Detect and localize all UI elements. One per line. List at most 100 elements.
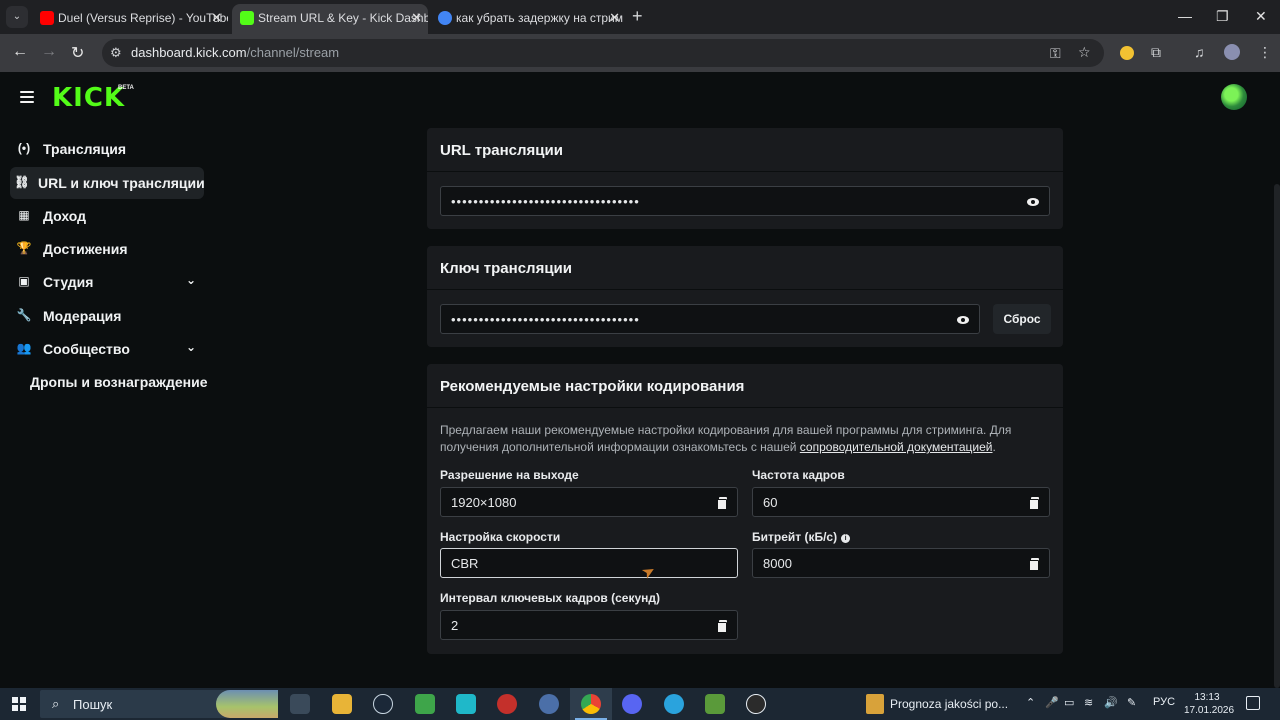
- framerate-field[interactable]: 60: [752, 487, 1050, 517]
- sidebar-item-achievements[interactable]: 🏆 Достижения: [10, 233, 204, 265]
- extensions-puzzle-icon[interactable]: ⧉: [1151, 44, 1161, 61]
- sidebar-item-label: Достижения: [43, 241, 128, 257]
- browser-menu-icon[interactable]: ⋮: [1258, 44, 1272, 61]
- page-scrollbar[interactable]: [1274, 184, 1280, 688]
- copy-icon[interactable]: [717, 620, 727, 633]
- hamburger-menu-icon[interactable]: [20, 91, 34, 103]
- framerate-label: Частота кадров: [752, 468, 845, 482]
- tab-youtube[interactable]: Duel (Versus Reprise) - YouTube ✕: [32, 4, 228, 34]
- task-view-icon[interactable]: [290, 694, 310, 714]
- tab-title: Stream URL & Key - Kick Dashb: [258, 11, 428, 25]
- extension-coin-icon[interactable]: [1120, 46, 1134, 60]
- password-key-icon[interactable]: ⚿: [1050, 45, 1061, 62]
- volume-icon[interactable]: 🔊: [1104, 696, 1118, 709]
- media-controls-icon[interactable]: ♫: [1194, 44, 1205, 60]
- stream-url-field[interactable]: ••••••••••••••••••••••••••••••••••: [440, 186, 1050, 216]
- site-info-icon[interactable]: ⚙: [110, 45, 122, 61]
- tab-search-button[interactable]: ⌄: [6, 6, 28, 28]
- close-tab-icon[interactable]: ✕: [609, 4, 620, 32]
- sidebar-item-label: Сообщество: [43, 341, 130, 357]
- media-player-icon[interactable]: [497, 694, 517, 714]
- eye-icon[interactable]: [1027, 198, 1039, 206]
- forward-arrow-icon[interactable]: →: [41, 43, 57, 61]
- back-arrow-icon[interactable]: ←: [12, 43, 28, 61]
- new-tab-button[interactable]: +: [632, 6, 643, 27]
- sidebar-item-income[interactable]: ▦ Доход: [10, 200, 204, 232]
- taskbar-search-placeholder: Пошук: [73, 697, 113, 712]
- taskbar-notification[interactable]: Prognoza jakości po...: [862, 688, 1012, 720]
- sidebar-item-stream-url-key[interactable]: ⛓ URL и ключ трансляции: [10, 167, 205, 199]
- studio-icon: ▣: [18, 274, 30, 288]
- tab-google-search[interactable]: как убрать задержку на стрим ✕: [430, 4, 626, 34]
- pen-icon[interactable]: ✎: [1127, 696, 1136, 709]
- tray-chevron-up-icon[interactable]: ⌃: [1026, 696, 1035, 709]
- copy-icon[interactable]: [1029, 558, 1039, 571]
- stream-key-masked-value: ••••••••••••••••••••••••••••••••••: [451, 312, 640, 327]
- rate-control-field[interactable]: CBR: [440, 548, 738, 578]
- eye-icon[interactable]: [957, 316, 969, 324]
- telegram-icon[interactable]: [664, 694, 684, 714]
- chrome-icon[interactable]: [575, 694, 607, 720]
- close-window-icon[interactable]: ✕: [1255, 8, 1267, 25]
- beta-badge: BETA: [118, 85, 134, 91]
- discord-icon[interactable]: [622, 694, 642, 714]
- maximize-icon[interactable]: ❐: [1216, 8, 1229, 25]
- profile-avatar-icon[interactable]: [1224, 44, 1240, 60]
- notification-app-icon: [866, 694, 884, 714]
- vpn-shield-icon[interactable]: [456, 694, 476, 714]
- community-icon: 👥: [16, 341, 32, 355]
- sidebar-item-moderation[interactable]: 🔧 Модерация: [10, 300, 204, 332]
- close-tab-icon[interactable]: ✕: [211, 4, 222, 32]
- resolution-field[interactable]: 1920×1080: [440, 487, 738, 517]
- documentation-link[interactable]: сопроводительной документацией: [800, 440, 993, 454]
- link-icon: ⛓: [14, 175, 30, 189]
- obs-icon[interactable]: [746, 694, 766, 714]
- chevron-down-icon[interactable]: ⌄: [186, 273, 196, 287]
- copy-icon[interactable]: [1029, 497, 1039, 510]
- file-explorer-icon[interactable]: [332, 694, 352, 714]
- wifi-icon[interactable]: ≋: [1084, 696, 1093, 709]
- minecraft-icon[interactable]: [705, 694, 725, 714]
- trophy-icon: 🏆: [16, 241, 32, 255]
- reset-key-button[interactable]: Сброс: [993, 304, 1051, 334]
- sidebar-item-community[interactable]: 👥 Сообщество ⌄: [10, 333, 204, 365]
- stream-key-title: Ключ трансляции: [427, 246, 1063, 290]
- resolution-label: Разрешение на выходе: [440, 468, 579, 482]
- sidebar-item-studio[interactable]: ▣ Студия ⌄: [10, 266, 204, 298]
- action-center-icon[interactable]: [1246, 696, 1260, 710]
- app-green-icon[interactable]: [415, 694, 435, 714]
- bitrate-field[interactable]: 8000: [752, 548, 1050, 578]
- keyframe-interval-value: 2: [451, 618, 459, 633]
- language-indicator[interactable]: РУС: [1153, 696, 1175, 708]
- sidebar-item-label: Дропы и вознаграждение: [30, 374, 208, 390]
- address-bar[interactable]: ⚙ dashboard.kick.com/channel/stream ⚿ ☆: [102, 39, 1104, 67]
- encoding-settings-title: Рекомендуемые настройки кодирования: [427, 364, 1063, 408]
- app-blue-icon[interactable]: [539, 694, 559, 714]
- steam-icon[interactable]: [373, 694, 393, 714]
- microphone-icon[interactable]: 🎤: [1045, 696, 1059, 709]
- chevron-down-icon[interactable]: ⌄: [186, 340, 196, 354]
- windows-start-icon[interactable]: [12, 697, 26, 711]
- minimize-icon[interactable]: —: [1178, 8, 1192, 24]
- taskbar-clock[interactable]: 13:13 17.01.2026: [1184, 691, 1234, 717]
- copy-icon[interactable]: [717, 497, 727, 510]
- sidebar-item-drops-rewards[interactable]: Дропы и вознаграждение: [10, 366, 208, 398]
- sidebar-item-stream[interactable]: (•) Трансляция: [10, 133, 204, 165]
- close-tab-icon[interactable]: ✕: [411, 4, 422, 32]
- sidebar-item-label: Трансляция: [43, 141, 127, 157]
- framerate-value: 60: [763, 495, 778, 510]
- broadcast-icon: (•): [17, 141, 31, 155]
- kick-logo[interactable]: KICK: [52, 85, 125, 111]
- resolution-value: 1920×1080: [451, 495, 517, 510]
- bookmark-star-icon[interactable]: ☆: [1078, 44, 1091, 61]
- tab-title: Duel (Versus Reprise) - YouTube: [58, 11, 228, 25]
- notification-text: Prognoza jakości po...: [890, 697, 1009, 711]
- user-avatar[interactable]: [1221, 84, 1247, 110]
- reload-icon[interactable]: ↻: [71, 43, 84, 63]
- stream-key-field[interactable]: ••••••••••••••••••••••••••••••••••: [440, 304, 980, 334]
- taskbar-search[interactable]: ⌕ Пошук: [40, 690, 278, 718]
- tab-kick-dashboard[interactable]: Stream URL & Key - Kick Dashb ✕: [232, 4, 428, 34]
- battery-icon[interactable]: ▭: [1064, 696, 1074, 709]
- info-icon[interactable]: i: [841, 534, 851, 543]
- keyframe-interval-field[interactable]: 2: [440, 610, 738, 640]
